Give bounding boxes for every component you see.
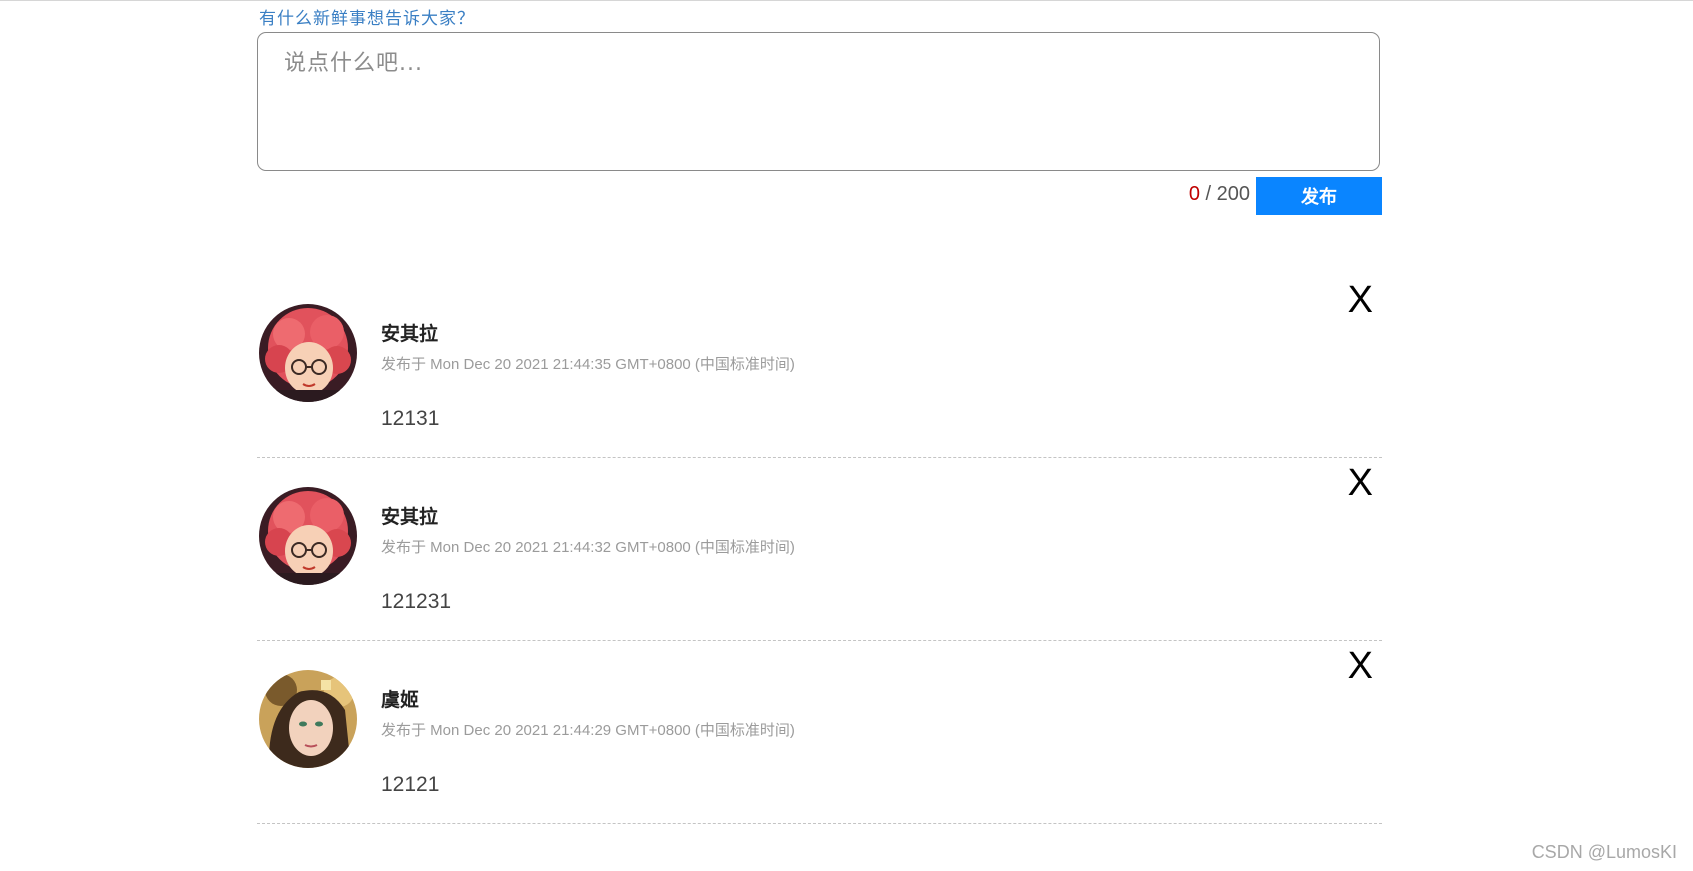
watermark: CSDN @LumosKI <box>1531 842 1677 862</box>
char-count-max: 200 <box>1216 183 1250 205</box>
post-time: 发布于 Mon Dec 20 2021 21:44:32 GMT+0800 (中… <box>381 539 795 556</box>
composer-prompt: 有什么新鲜事想告诉大家？ <box>259 9 475 29</box>
post-content: 121231 <box>381 590 452 613</box>
delete-post-button[interactable]: X <box>1348 464 1373 502</box>
post-item: 安其拉 发布于 Mon Dec 20 2021 21:44:32 GMT+080… <box>257 458 1382 641</box>
post-content: 12131 <box>381 407 440 430</box>
publish-button[interactable]: 发布 <box>1256 177 1382 215</box>
post-time: 发布于 Mon Dec 20 2021 21:44:29 GMT+0800 (中… <box>381 722 795 739</box>
delete-post-button[interactable]: X <box>1348 281 1373 319</box>
post-input[interactable] <box>257 32 1380 171</box>
top-divider <box>0 0 1693 1</box>
char-counter: 0 / 200 <box>1189 183 1250 206</box>
post-list: 安其拉 发布于 Mon Dec 20 2021 21:44:35 GMT+080… <box>257 275 1382 824</box>
angela-avatar-icon <box>259 487 357 585</box>
yuji-avatar-icon <box>259 670 357 768</box>
post-item: 安其拉 发布于 Mon Dec 20 2021 21:44:35 GMT+080… <box>257 275 1382 458</box>
post-author: 安其拉 <box>381 323 439 345</box>
angela-avatar-icon <box>259 304 357 402</box>
post-time: 发布于 Mon Dec 20 2021 21:44:35 GMT+0800 (中… <box>381 356 795 373</box>
post-author: 安其拉 <box>381 506 439 528</box>
post-item: 虞姬 发布于 Mon Dec 20 2021 21:44:29 GMT+0800… <box>257 641 1382 824</box>
char-count-separator: / <box>1199 183 1217 205</box>
post-author: 虞姬 <box>381 689 420 711</box>
post-content: 12121 <box>381 773 440 796</box>
char-count-current: 0 <box>1188 183 1200 205</box>
delete-post-button[interactable]: X <box>1348 647 1373 685</box>
